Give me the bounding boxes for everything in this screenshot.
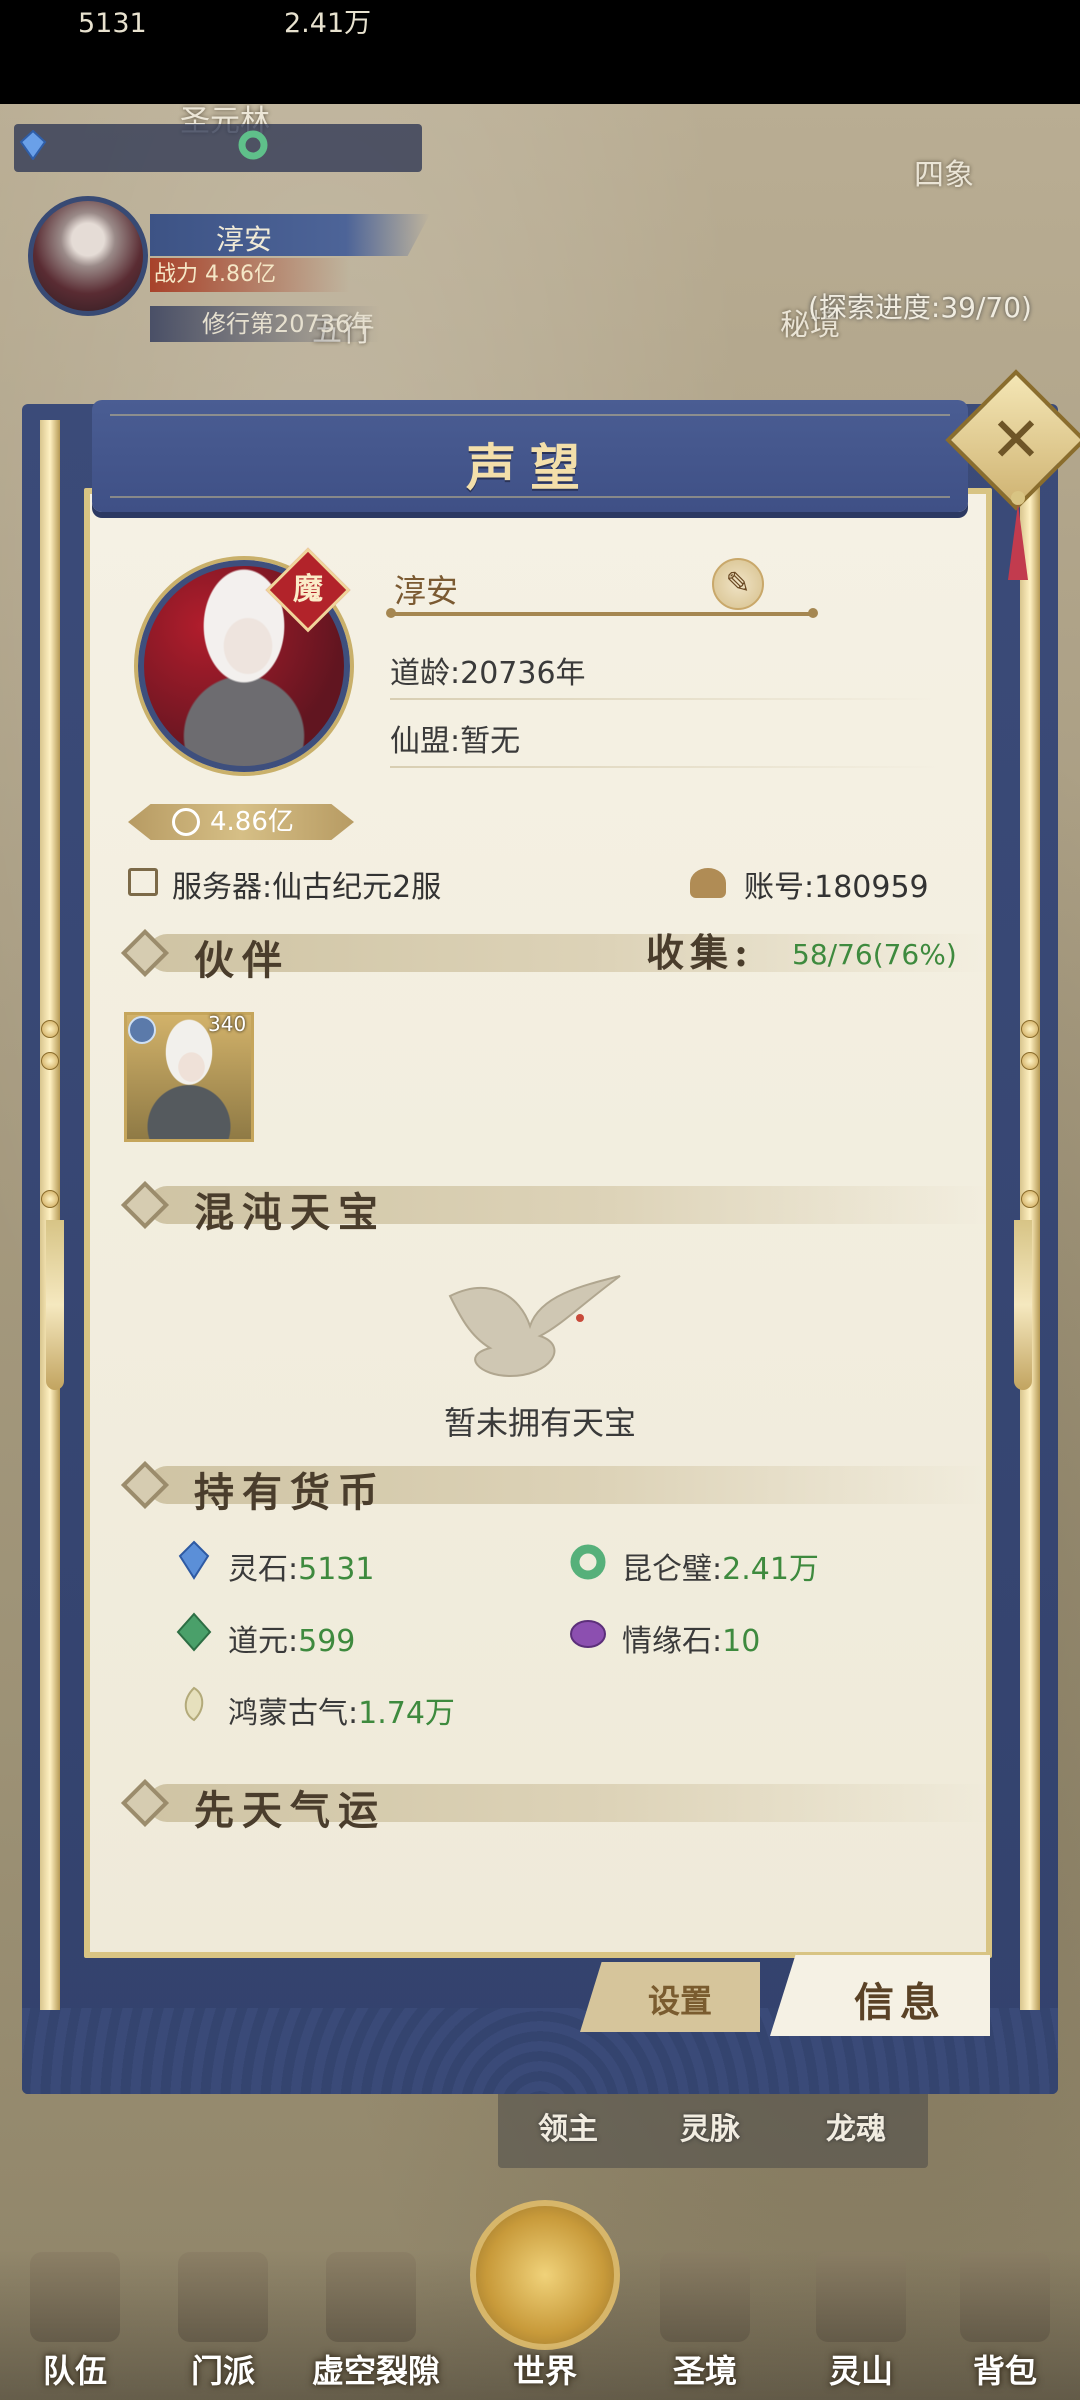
sub-menu-item-lord[interactable]: 领主 xyxy=(538,2104,598,2148)
tab-info-label[interactable]: 信息 xyxy=(820,1970,980,2028)
explore-progress: (探索进度:39/70) xyxy=(808,291,1032,324)
sub-menu-item-vein[interactable]: 灵脉 xyxy=(680,2104,740,2148)
account-id: 账号:180959 xyxy=(744,870,929,905)
section-treasure: 混沌天宝 xyxy=(120,1178,988,1236)
section-partner-title: 伙伴 xyxy=(194,937,290,984)
currency-primal-qi: 鸿蒙古气:1.74万 xyxy=(228,1688,455,1732)
jade-ring-icon xyxy=(238,130,268,160)
dialog-header: 声望 xyxy=(92,400,968,512)
collect-label: 收集: xyxy=(646,930,755,975)
status-bar xyxy=(0,0,1080,104)
player-avatar[interactable] xyxy=(28,196,148,316)
dao-crystal-icon xyxy=(176,1612,212,1652)
section-treasure-title: 混沌天宝 xyxy=(194,1189,386,1236)
rail-knob xyxy=(1021,1190,1039,1208)
profile-name: 淳安 xyxy=(394,572,459,610)
dao-age: 道龄:20736年 xyxy=(390,656,586,691)
void-rift-icon xyxy=(326,2252,416,2342)
close-tassel xyxy=(1008,491,1028,580)
brush-icon[interactable]: ✎ xyxy=(712,558,764,610)
close-icon[interactable]: ✕ xyxy=(966,390,1066,490)
nav-sect[interactable]: 门派 xyxy=(148,2250,298,2400)
resource-bar xyxy=(14,124,422,172)
sect-icon xyxy=(178,2252,268,2342)
nav-sect-label: 门派 xyxy=(190,2352,255,2390)
nav-world[interactable]: 世界 xyxy=(470,2250,620,2400)
player-power: 战力 4.86亿 xyxy=(150,258,350,292)
nav-holy-realm[interactable]: 圣境 xyxy=(630,2250,780,2400)
spirit-stone-icon xyxy=(19,130,47,160)
server-info: 服务器:仙古纪元2服 xyxy=(172,870,442,905)
nav-bag-label: 背包 xyxy=(972,2352,1037,2390)
holy-realm-icon xyxy=(660,2252,750,2342)
rail-knob xyxy=(41,1052,59,1070)
right-rail xyxy=(1020,420,1040,2010)
player-name: 淳安 xyxy=(216,223,273,256)
spirit-stone-icon xyxy=(178,1540,210,1580)
crane-icon xyxy=(448,1275,621,1378)
currency-love-stone: 情缘石:10 xyxy=(622,1616,760,1660)
rail-knob xyxy=(41,1020,59,1038)
nav-spirit-mountain-label: 灵山 xyxy=(828,2352,893,2390)
team-icon xyxy=(30,2252,120,2342)
spirit-stone-count: 5131 xyxy=(78,8,147,39)
nav-spirit-mountain[interactable]: 灵山 xyxy=(786,2250,936,2400)
currency-label: 鸿蒙古气: xyxy=(228,1696,359,1731)
demon-badge-label: 魔 xyxy=(293,572,323,607)
jade-ring-count: 2.41万 xyxy=(284,8,372,39)
dialog-title: 声望 xyxy=(466,438,594,497)
nav-void-rift[interactable]: 虚空裂隙 xyxy=(296,2250,456,2400)
collect-value: 58/76(76%) xyxy=(792,938,957,971)
name-underline xyxy=(386,608,818,618)
server-icon xyxy=(128,868,158,896)
section-currency: 持有货币 xyxy=(120,1458,988,1516)
partner-element-icon xyxy=(128,1016,156,1044)
bag-icon xyxy=(960,2252,1050,2342)
partner-level: 340 xyxy=(208,1012,247,1036)
currency-label: 道元: xyxy=(228,1624,299,1659)
right-tassel xyxy=(1014,1220,1032,1390)
rail-knob xyxy=(41,1190,59,1208)
currency-spirit-stone: 灵石:5131 xyxy=(228,1544,374,1588)
profile-power: 4.86亿 xyxy=(210,807,294,837)
divider xyxy=(390,698,940,700)
section-fortune-title: 先天气运 xyxy=(194,1787,386,1834)
currency-value: 5131 xyxy=(298,1552,375,1587)
left-rail xyxy=(40,420,60,2010)
sub-menu-item-dragon[interactable]: 龙魂 xyxy=(826,2104,886,2148)
spirit-mountain-icon xyxy=(816,2252,906,2342)
nav-bag[interactable]: 背包 xyxy=(930,2250,1080,2400)
section-fortune: 先天气运 xyxy=(120,1776,988,1834)
alliance: 仙盟:暂无 xyxy=(390,724,521,759)
currency-dao-yuan: 道元:599 xyxy=(228,1616,355,1660)
tab-settings-label[interactable]: 设置 xyxy=(620,1976,740,2022)
map-region-right-label: 四象 xyxy=(914,158,974,193)
nav-void-rift-label: 虚空裂隙 xyxy=(311,2352,440,2390)
nav-world-label: 世界 xyxy=(512,2352,577,2390)
currency-kunlun-jade: 昆仑璧:2.41万 xyxy=(622,1544,819,1588)
currency-label: 昆仑璧: xyxy=(622,1552,723,1587)
currency-value: 1.74万 xyxy=(358,1696,455,1731)
love-stone-icon xyxy=(570,1620,606,1648)
cultivation-year: 修行第20736年 xyxy=(150,306,380,342)
currency-label: 情缘石: xyxy=(622,1624,723,1659)
currency-value: 2.41万 xyxy=(722,1552,819,1587)
left-tassel xyxy=(46,1220,64,1390)
nav-holy-realm-label: 圣境 xyxy=(672,2352,737,2390)
currency-value: 599 xyxy=(298,1624,356,1659)
nav-team[interactable]: 队伍 xyxy=(0,2250,150,2400)
jade-ring-icon xyxy=(570,1544,606,1580)
account-icon xyxy=(690,868,726,898)
currency-value: 10 xyxy=(722,1624,761,1659)
treasure-empty-text: 暂未拥有天宝 xyxy=(443,1404,636,1442)
currency-label: 灵石: xyxy=(228,1552,299,1587)
nav-team-label: 队伍 xyxy=(42,2352,107,2390)
rail-knob xyxy=(1021,1020,1039,1038)
player-name-ribbon: 淳安 xyxy=(150,214,430,256)
section-currency-title: 持有货币 xyxy=(194,1469,386,1516)
divider xyxy=(390,766,940,768)
primal-qi-icon xyxy=(184,1686,204,1722)
rail-knob xyxy=(1021,1052,1039,1070)
power-icon xyxy=(172,808,200,836)
